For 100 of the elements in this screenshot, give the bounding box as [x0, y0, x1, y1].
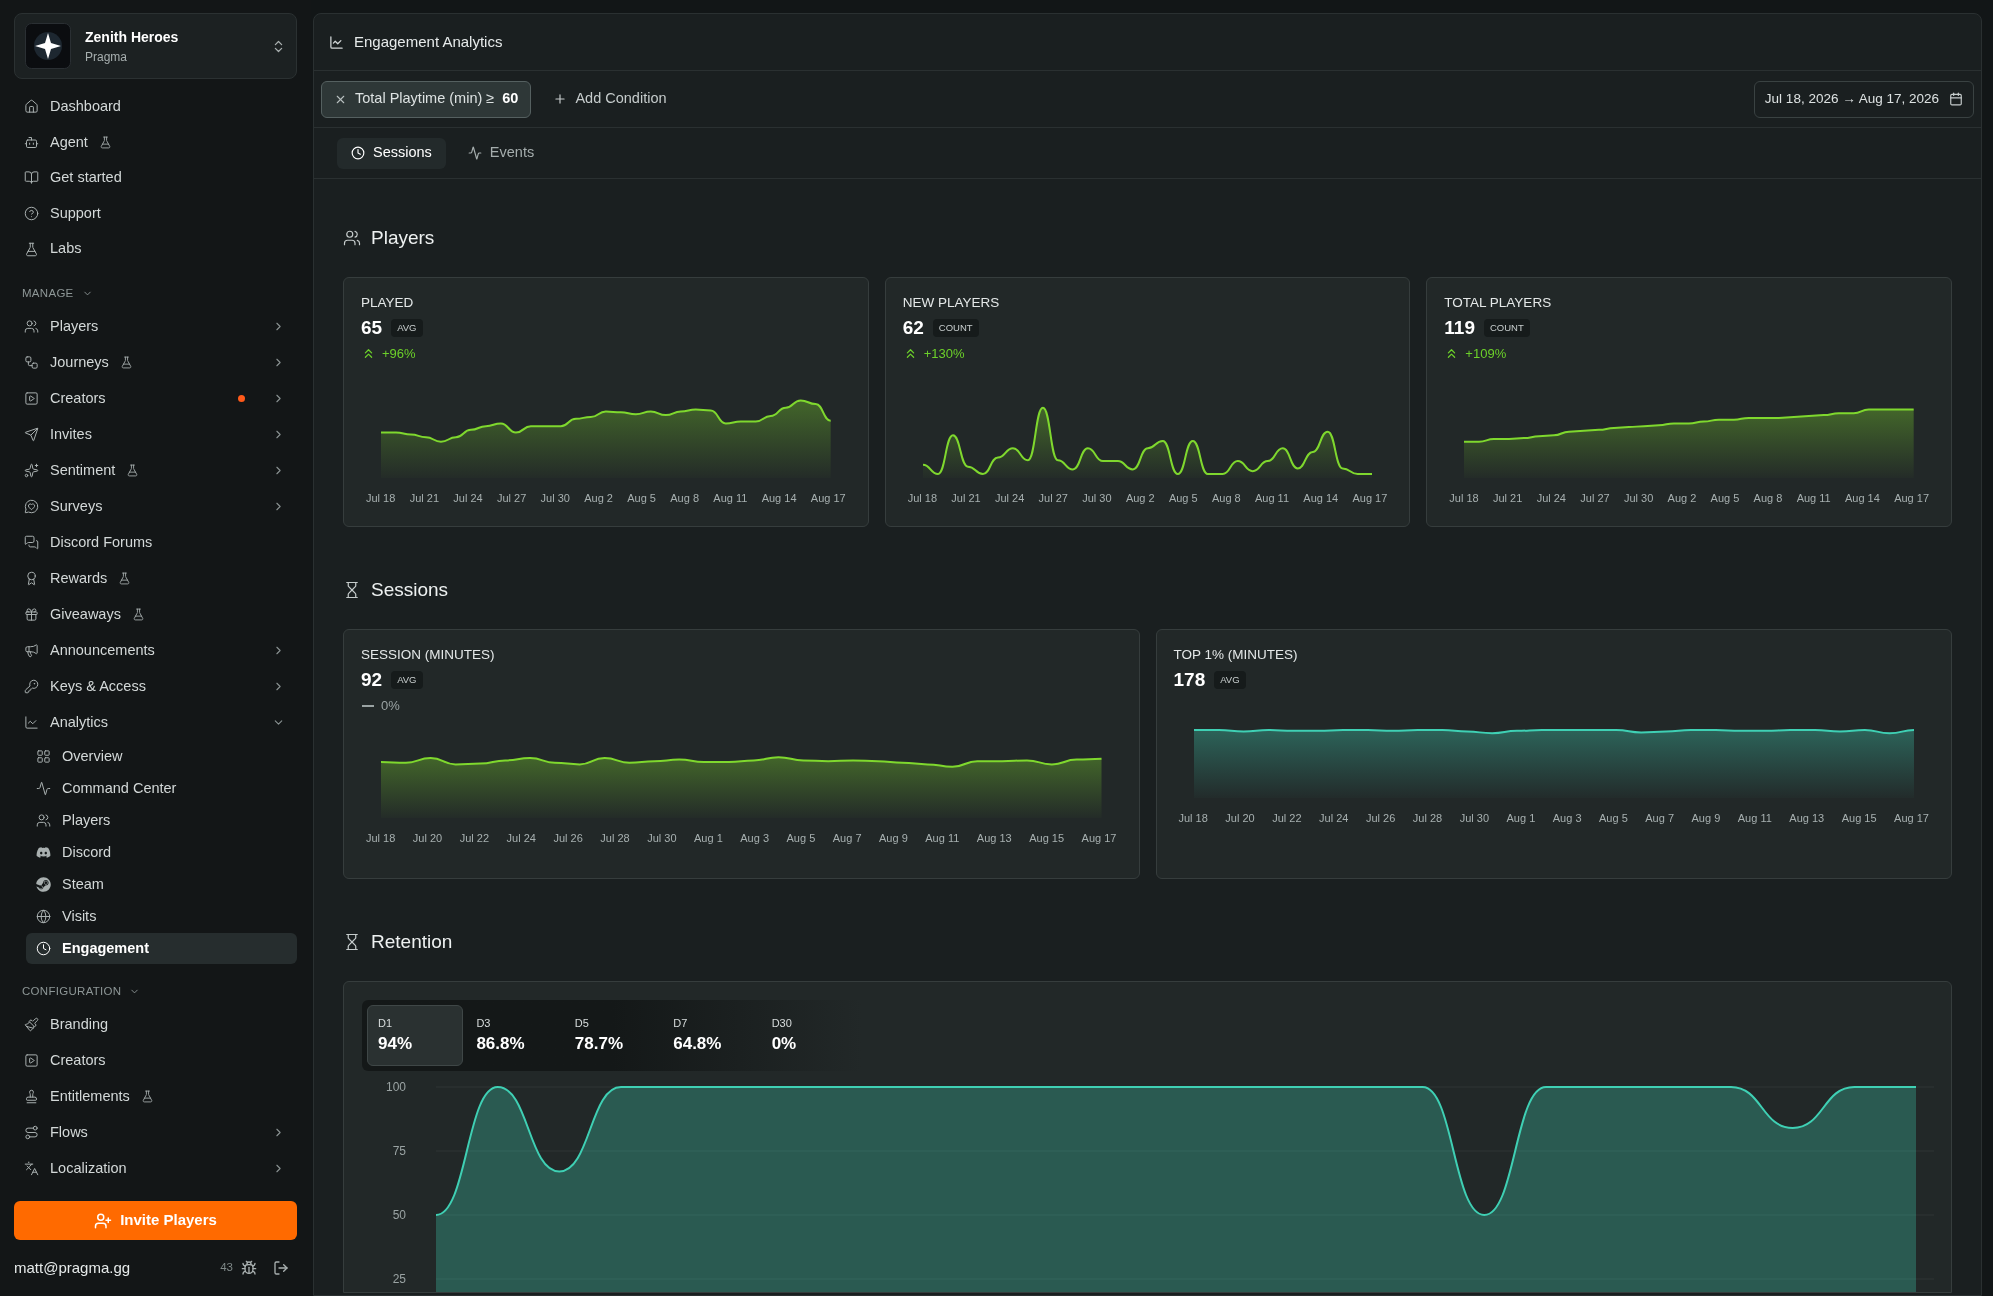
change-text: +109% — [1465, 345, 1507, 363]
workspace-switcher[interactable]: Zenith Heroes Pragma — [14, 13, 297, 79]
axis-label: Aug 14 — [761, 490, 797, 506]
nav-item[interactable]: Labs — [14, 231, 297, 267]
axis-label: Jul 21 — [1493, 490, 1523, 506]
tab[interactable]: Events — [453, 137, 549, 169]
grid-icon — [36, 749, 51, 765]
calendar-icon — [1949, 92, 1963, 106]
axis-label: Aug 13 — [976, 830, 1012, 846]
globe-icon — [36, 909, 51, 925]
nav-item[interactable]: Discord Forums — [14, 524, 297, 561]
nav-item[interactable]: Entitlements — [14, 1078, 297, 1115]
tab[interactable]: Sessions — [337, 137, 446, 169]
axis-label: Aug 5 — [1168, 490, 1198, 506]
axis-label: Aug 17 — [1081, 830, 1117, 846]
retention-tab[interactable]: D1 94% — [367, 1005, 464, 1066]
nav-item[interactable]: Surveys — [14, 488, 297, 525]
sparkles-icon — [24, 463, 39, 479]
nav-item[interactable]: Flows — [14, 1114, 297, 1151]
axis-label: Aug 11 — [713, 490, 748, 506]
section-label: MANAGE — [22, 286, 74, 302]
nav-item[interactable]: Announcements — [14, 632, 297, 669]
nav-item[interactable]: Sentiment — [14, 452, 297, 489]
metric-value: 119 — [1444, 316, 1475, 340]
nav-item[interactable]: Get started — [14, 160, 297, 196]
nav-subitem[interactable]: Players — [26, 805, 297, 837]
nav-item[interactable]: Analytics — [14, 704, 297, 741]
workflow-icon — [24, 355, 39, 371]
axis-label: Jul 20 — [412, 830, 443, 846]
retention-tab[interactable]: D5 78.7% — [563, 1005, 661, 1066]
axis-label: Jul 30 — [1459, 811, 1489, 826]
section-header[interactable]: CONFIGURATION — [14, 976, 297, 1007]
pulse-icon — [467, 146, 482, 160]
clock-icon — [36, 941, 51, 957]
nav-item[interactable]: Keys & Access — [14, 668, 297, 705]
axis-label: Aug 7 — [832, 830, 862, 846]
workspace-org: Pragma — [85, 48, 129, 66]
axis-label: Jul 24 — [1319, 811, 1349, 826]
section-header[interactable]: MANAGE — [14, 278, 297, 309]
nav-item[interactable]: Creators — [14, 1042, 297, 1079]
nav-subitem[interactable]: Visits — [26, 901, 297, 933]
retention-tab[interactable]: D7 64.8% — [662, 1005, 759, 1066]
axis-tick-label: 100 — [385, 1080, 406, 1094]
logout-icon[interactable] — [273, 1260, 289, 1276]
pulse-icon — [36, 781, 51, 797]
robot-icon — [24, 134, 39, 150]
retention-tab[interactable]: D30 0% — [760, 1005, 858, 1066]
card-title: TOP 1% (MINUTES) — [1173, 646, 1299, 664]
axis-label: Jul 24 — [1536, 490, 1566, 506]
nav-item[interactable]: Dashboard — [14, 89, 297, 125]
nav-item[interactable]: Invites — [14, 416, 297, 453]
bug-icon[interactable] — [241, 1260, 257, 1276]
axis-label: Aug 5 — [786, 830, 816, 846]
nav-subitem[interactable]: Discord — [26, 837, 297, 869]
megaphone-icon — [24, 643, 39, 659]
line-chart-icon — [329, 34, 344, 50]
nav-item[interactable]: Giveaways — [14, 596, 297, 633]
axis-label: Aug 13 — [1789, 811, 1825, 826]
flask-icon — [126, 464, 140, 478]
metric-value: 92 — [361, 668, 383, 692]
section-label: CONFIGURATION — [22, 984, 122, 1000]
nav-subitem[interactable]: Engagement — [26, 933, 297, 965]
nav-subitem[interactable]: Overview — [26, 741, 297, 773]
axis-label: Jul 27 — [1038, 490, 1068, 506]
nav-item[interactable]: Rewards — [14, 560, 297, 597]
axis-label: Jul 18 — [366, 830, 396, 846]
axis-label: Jul 20 — [1225, 811, 1255, 826]
nav-item[interactable]: Support — [14, 195, 297, 232]
hourglass-icon — [343, 933, 361, 951]
nav-item[interactable]: Branding — [14, 1006, 297, 1043]
nav-item[interactable]: Agent — [14, 124, 297, 161]
axis-label: Jul 21 — [951, 490, 981, 506]
nav-subitem[interactable]: Steam — [26, 869, 297, 901]
card-title: NEW PLAYERS — [902, 294, 1001, 312]
nav-item[interactable]: Creators — [14, 380, 297, 417]
filter-chip[interactable]: Total Playtime (min) ≥ 60 — [321, 80, 532, 118]
axis-label: Jul 30 — [540, 490, 570, 506]
retention-tab[interactable]: D3 86.8% — [465, 1005, 562, 1066]
axis-tick-label: 50 — [392, 1208, 406, 1222]
page-title: Engagement Analytics — [354, 31, 503, 52]
flask-icon — [140, 1090, 154, 1104]
nav-subitem[interactable]: Command Center — [26, 773, 297, 805]
axis-label: Jul 24 — [453, 490, 483, 506]
user-email: matt@pragma.gg — [14, 1257, 132, 1278]
date-range-picker[interactable]: Jul 18, 2026 → Aug 17, 2026 — [1753, 80, 1974, 118]
axis-label: Aug 15 — [1029, 830, 1065, 846]
axis-label: Aug 3 — [1552, 811, 1582, 826]
nav-item[interactable]: Players — [14, 308, 297, 345]
unit-tag: COUNT — [932, 318, 979, 338]
axis-tick-label: 25 — [392, 1272, 406, 1286]
steam-icon — [36, 877, 51, 893]
section-heading: Players — [371, 225, 435, 250]
axis-label: Aug 14 — [1845, 490, 1880, 506]
add-condition-button[interactable]: Add Condition — [543, 80, 677, 118]
axis-label: Jul 18 — [907, 490, 938, 506]
axis-label: Jul 28 — [600, 830, 630, 846]
nav-item[interactable]: Localization — [14, 1150, 297, 1187]
filter-value: 60 — [502, 89, 519, 109]
nav-item[interactable]: Journeys — [14, 344, 297, 381]
axis-label: Jul 18 — [366, 490, 396, 506]
